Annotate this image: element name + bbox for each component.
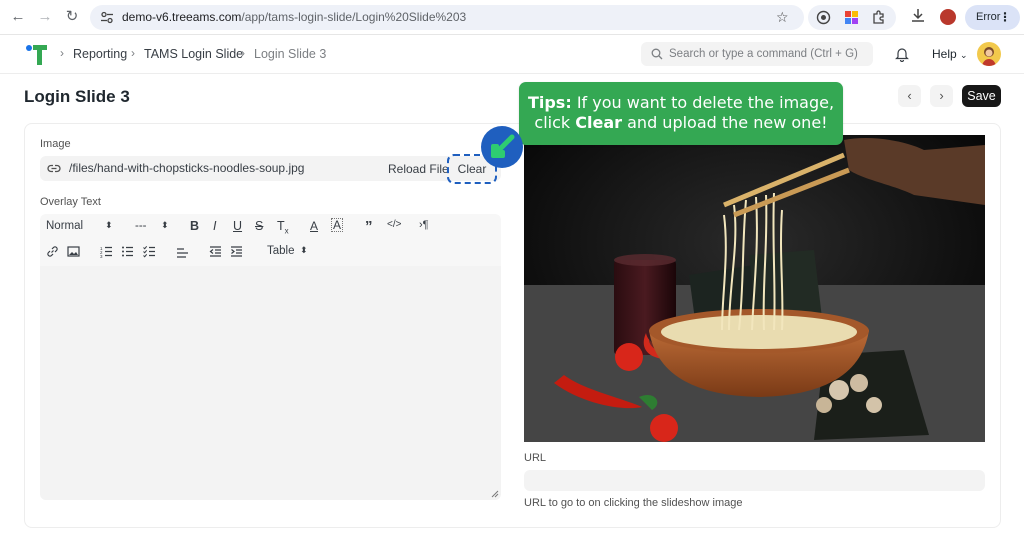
outdent-icon[interactable] — [209, 245, 222, 258]
tip-line-2b: Clear — [575, 113, 623, 132]
text-color-icon[interactable]: A — [310, 219, 318, 233]
overlay-text-editor[interactable] — [40, 266, 501, 500]
bold-icon[interactable]: B — [190, 219, 199, 233]
clear-format-icon[interactable]: Tx — [277, 219, 289, 236]
format-select[interactable]: Normal ⬍ — [46, 220, 113, 232]
color-extension-icon[interactable] — [844, 10, 859, 25]
insert-link-icon[interactable] — [46, 245, 59, 258]
app-logo[interactable] — [25, 43, 49, 67]
indent-icon[interactable] — [230, 245, 243, 258]
size-select[interactable]: --- ⬍ — [135, 220, 169, 232]
tip-line-2a: click — [534, 113, 576, 132]
search-placeholder: Search or type a command (Ctrl + G) — [669, 48, 858, 60]
url-label: URL — [524, 452, 547, 464]
table-select[interactable]: Table ⬍ — [267, 245, 308, 257]
breadcrumb-tams-login-slide[interactable]: TAMS Login Slide — [144, 47, 243, 61]
overlay-text-label: Overlay Text — [40, 196, 101, 208]
url-text: demo-v6.treeams.com/app/tams-login-slide… — [122, 10, 467, 24]
next-record-button[interactable]: › — [930, 85, 953, 107]
reload-file-button[interactable]: Reload File — [388, 162, 449, 176]
breadcrumb-chevron-icon: › — [131, 46, 135, 60]
extension-icon[interactable] — [816, 10, 831, 25]
back-arrow-icon[interactable]: ← — [9, 8, 27, 26]
image-file-path[interactable]: /files/hand-with-chopsticks-noodles-soup… — [69, 161, 304, 175]
pointer-arrow-icon — [481, 126, 523, 168]
reload-icon[interactable]: ↻ — [63, 8, 81, 26]
italic-icon[interactable]: I — [213, 219, 216, 233]
profile-avatar[interactable] — [940, 9, 956, 25]
breadcrumb-current: Login Slide 3 — [254, 47, 327, 61]
extensions-group — [808, 5, 896, 30]
text-direction-icon[interactable]: ›¶ — [419, 219, 429, 231]
ordered-list-icon[interactable]: 123 — [100, 245, 113, 258]
tip-callout: Tips: If you want to delete the image, c… — [519, 82, 843, 145]
browser-toolbar: ← → ↻ demo-v6.treeams.com/app/tams-login… — [0, 0, 1024, 35]
breadcrumb-chevron-icon: › — [241, 46, 245, 60]
chevron-down-icon: ⌄ — [960, 50, 968, 60]
profile-error-button[interactable]: Error ⋮ — [965, 5, 1020, 30]
checklist-icon[interactable] — [143, 245, 156, 258]
url-help-text: URL to go to on clicking the slideshow i… — [524, 497, 743, 509]
previous-record-button[interactable]: ‹ — [898, 85, 921, 107]
download-icon[interactable] — [911, 8, 925, 23]
resize-handle-icon[interactable] — [491, 490, 499, 498]
user-avatar[interactable] — [977, 42, 1001, 66]
code-block-icon[interactable]: </> — [387, 219, 401, 230]
puzzle-icon[interactable] — [871, 10, 886, 25]
site-settings-icon[interactable] — [100, 11, 114, 24]
underline-icon[interactable]: U — [233, 219, 242, 233]
bookmark-star-icon[interactable]: ☆ — [776, 9, 789, 26]
breadcrumb-reporting[interactable]: Reporting — [73, 47, 127, 61]
noodle-soup-image — [524, 135, 985, 442]
rich-text-toolbar: Normal ⬍ --- ⬍ B I U S Tx A A ” </> ›¶ 123… — [40, 214, 501, 266]
image-label: Image — [40, 138, 71, 150]
search-input[interactable]: Search or type a command (Ctrl + G) — [641, 42, 873, 66]
url-input[interactable] — [524, 470, 985, 491]
bullet-list-icon[interactable] — [121, 245, 134, 258]
strikethrough-icon[interactable]: S — [255, 219, 263, 233]
tip-line-1: If you want to delete the image, — [571, 93, 835, 112]
tip-line-2c: and upload the new one! — [622, 113, 828, 132]
background-color-icon[interactable]: A — [331, 218, 344, 232]
search-icon — [651, 48, 663, 60]
tip-prefix: Tips: — [527, 93, 572, 112]
image-preview — [524, 135, 985, 442]
more-vert-icon: ⋮ — [999, 10, 1011, 24]
blockquote-icon[interactable]: ” — [365, 218, 373, 235]
breadcrumb-chevron-icon: › — [60, 46, 64, 60]
help-dropdown[interactable]: Help ⌄ — [932, 47, 968, 61]
link-icon — [47, 164, 61, 173]
forward-arrow-icon[interactable]: → — [36, 8, 54, 26]
align-left-icon[interactable] — [176, 246, 189, 259]
page-title: Login Slide 3 — [24, 87, 130, 106]
notification-bell-icon[interactable] — [895, 46, 909, 62]
address-bar[interactable]: demo-v6.treeams.com/app/tams-login-slide… — [90, 5, 804, 30]
app-header: › Reporting › TAMS Login Slide › Login S… — [0, 36, 1024, 74]
insert-image-icon[interactable] — [67, 245, 80, 258]
save-button[interactable]: Save — [962, 85, 1001, 107]
svg-text:3: 3 — [100, 254, 103, 258]
